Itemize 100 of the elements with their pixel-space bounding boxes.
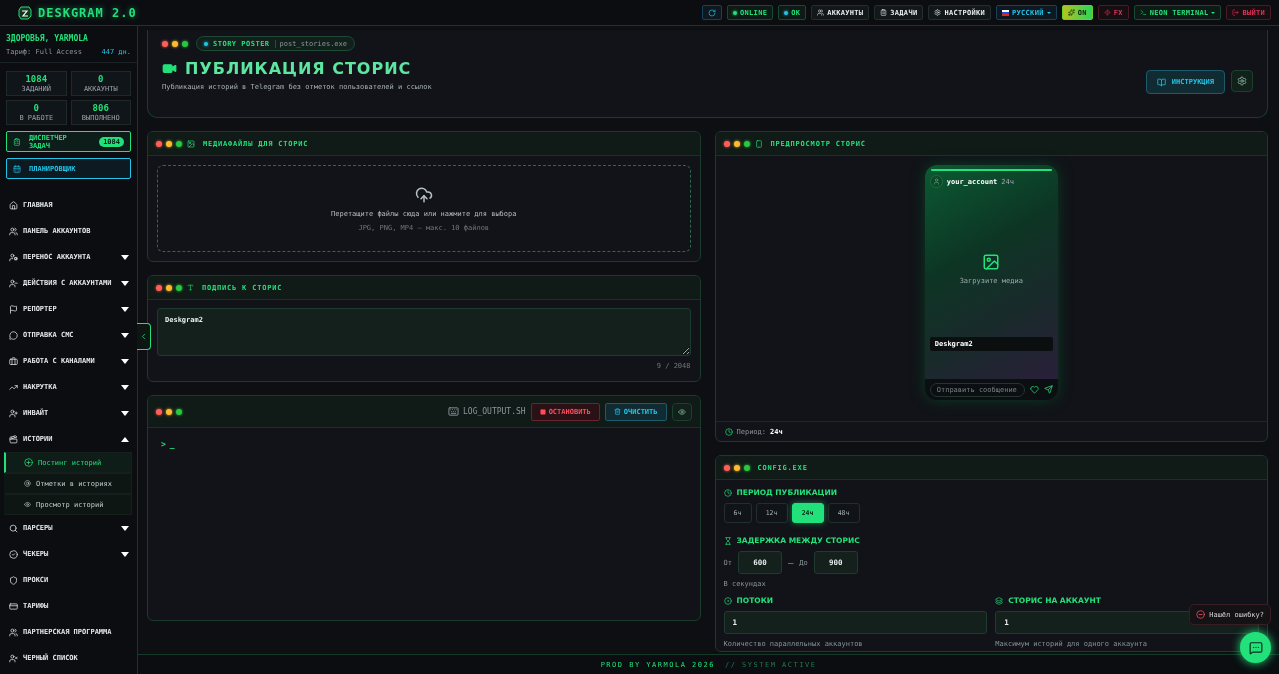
at-sign-icon <box>24 480 31 487</box>
close-dot <box>723 464 730 471</box>
smartphone-icon <box>754 139 763 148</box>
logo-icon <box>18 5 32 20</box>
clock-icon <box>723 488 732 497</box>
page-title: ПУБЛИКАЦИЯ СТОРИС <box>185 59 412 78</box>
settings-button[interactable] <box>1231 70 1253 92</box>
refresh-button[interactable] <box>702 5 723 20</box>
minimize-dot <box>166 284 172 291</box>
clipboard-icon <box>880 9 888 16</box>
visibility-button[interactable] <box>671 402 692 421</box>
caret-icon <box>121 436 129 442</box>
stat-value: 806 <box>92 103 109 113</box>
range-dash: — <box>787 557 794 568</box>
eye-icon <box>24 501 31 508</box>
maximize-dot <box>176 284 182 291</box>
prompt-symbol: > <box>161 440 166 449</box>
users-icon <box>9 627 18 637</box>
minimize-dot <box>166 140 172 147</box>
terminal-icon <box>1139 9 1147 16</box>
shield-icon <box>9 575 18 585</box>
stat-value: 1084 <box>25 74 48 84</box>
keyboard-icon <box>448 406 459 417</box>
caret-icon <box>121 384 129 390</box>
clock-icon <box>724 427 733 436</box>
clapperboard-icon <box>9 434 18 444</box>
collapse-sidebar-button[interactable] <box>137 323 151 350</box>
flag-icon <box>9 304 18 314</box>
minus-circle-icon <box>1196 610 1206 619</box>
chevron-left-icon <box>139 332 148 341</box>
minimize-dot <box>733 464 740 471</box>
caret-icon <box>1211 11 1216 14</box>
users-icon <box>817 9 825 16</box>
caret-icon <box>121 551 129 557</box>
user-x-icon <box>9 653 18 663</box>
credit-card-icon <box>9 601 18 611</box>
calendar-icon <box>13 164 21 173</box>
caret-icon <box>121 525 129 531</box>
image-icon <box>187 139 195 148</box>
heart-icon[interactable] <box>1029 385 1039 394</box>
caret-icon <box>121 306 129 312</box>
flag-icon <box>1002 9 1010 16</box>
stat-value: 0 <box>98 74 104 84</box>
gear-icon <box>934 9 942 16</box>
eye-icon <box>677 407 686 416</box>
minimize-dot <box>733 140 740 147</box>
log-file-name: LOG_OUTPUT.SH <box>463 407 526 416</box>
maximize-dot <box>182 40 188 47</box>
house-icon <box>9 200 18 210</box>
chat-icon <box>1248 640 1263 655</box>
lightning-icon <box>1103 9 1111 16</box>
caret-icon <box>121 254 129 260</box>
layers-icon <box>995 596 1004 605</box>
close-dot <box>156 284 162 291</box>
stop-icon <box>539 408 546 415</box>
close-dot <box>723 140 730 147</box>
search-icon <box>9 523 18 533</box>
check-circle-icon <box>9 549 18 559</box>
cursor: _ <box>169 440 175 449</box>
user-plus-icon <box>9 408 18 418</box>
caret-icon <box>121 410 129 416</box>
greeting: ЗДОРОВЬЯ, YARMOLA <box>6 34 89 43</box>
maximize-dot <box>743 464 750 471</box>
caret-icon <box>1046 11 1051 14</box>
maximize-dot <box>743 140 750 147</box>
app-logo: DESKGRAM 2.0 <box>38 5 137 20</box>
status-dot <box>204 41 208 46</box>
caret-icon <box>121 332 129 338</box>
line-chart-icon <box>9 382 18 392</box>
close-dot <box>156 408 162 415</box>
status-dot <box>784 10 789 15</box>
chat-bubble-icon <box>9 330 18 340</box>
user-minus-icon <box>9 278 18 288</box>
send-icon[interactable] <box>1043 385 1053 394</box>
status-dot <box>733 10 738 15</box>
user-gear-icon <box>9 252 18 262</box>
briefcase-icon <box>9 356 18 366</box>
caret-icon <box>121 280 129 286</box>
sparkles-icon <box>1067 9 1075 16</box>
book-icon <box>1156 77 1166 87</box>
minimize-dot <box>172 40 178 47</box>
close-dot <box>162 40 168 47</box>
close-dot <box>156 140 162 147</box>
maximize-dot <box>176 140 182 147</box>
upload-cloud-icon <box>414 185 433 204</box>
settings-icon <box>1237 76 1247 86</box>
caret-icon <box>121 358 129 364</box>
text-icon <box>187 284 194 291</box>
refresh-icon <box>708 8 717 17</box>
users-icon <box>9 226 18 236</box>
trash-icon <box>613 408 621 415</box>
logout-icon <box>1232 9 1240 16</box>
maximize-dot <box>176 408 182 415</box>
stat-value: 0 <box>33 103 39 113</box>
hourglass-icon <box>723 536 732 545</box>
video-camera-icon <box>162 61 177 76</box>
plus-circle-icon <box>24 458 33 467</box>
image-placeholder-icon <box>982 252 1001 271</box>
clipboard-icon <box>13 137 21 146</box>
minimize-dot <box>166 408 172 415</box>
